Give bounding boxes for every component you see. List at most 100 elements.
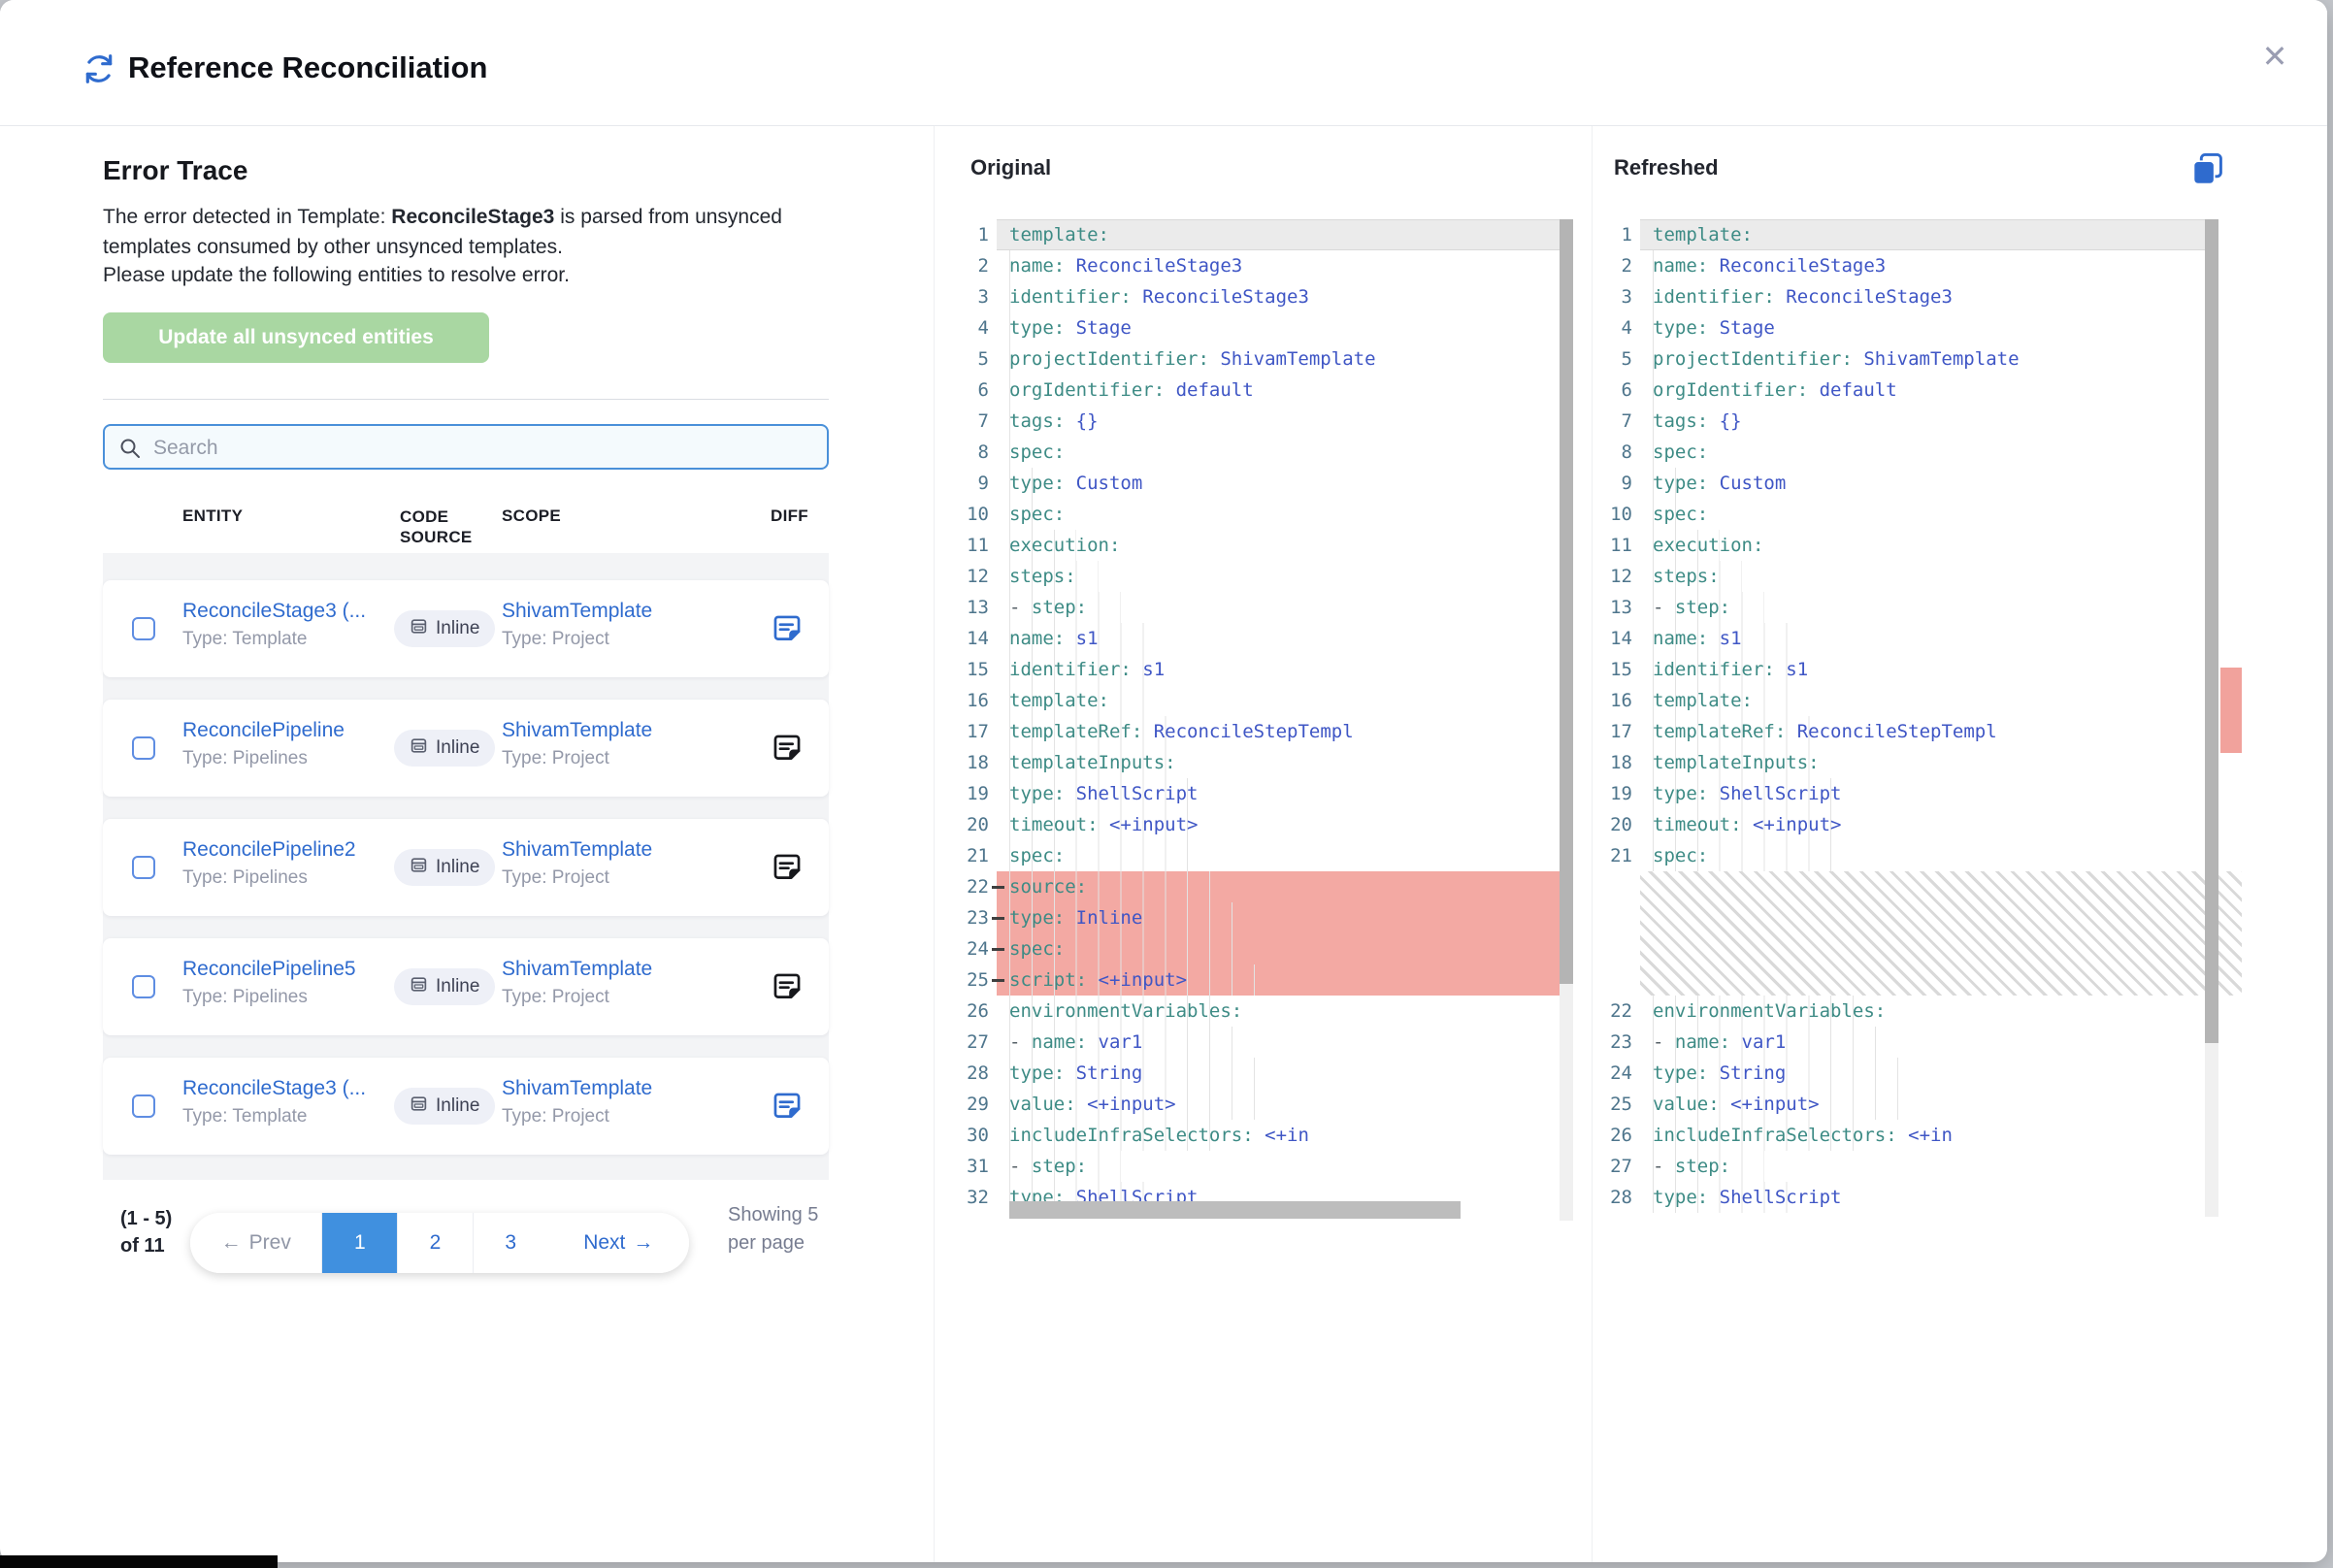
line-number: 19 <box>1599 778 1632 809</box>
entity-cell: ReconcilePipeline2Type: Pipelines <box>182 838 384 889</box>
line-number: 19 <box>956 778 989 809</box>
line-number: 21 <box>956 840 989 871</box>
page-button-3[interactable]: 3 <box>474 1213 548 1273</box>
code-line: 16template: <box>956 685 1573 716</box>
table-row[interactable]: ReconcilePipeline5Type: PipelinesInlineS… <box>103 938 829 1035</box>
line-number: 30 <box>956 1120 989 1151</box>
diff-note-icon[interactable] <box>771 1090 804 1123</box>
line-number: 28 <box>956 1058 989 1089</box>
entity-link[interactable]: ReconcilePipeline5 <box>182 958 384 981</box>
entity-link[interactable]: ReconcilePipeline <box>182 719 384 742</box>
line-number: 3 <box>956 281 989 312</box>
diff-note-icon[interactable] <box>771 851 804 884</box>
inline-source-icon <box>410 736 428 761</box>
code-line: 14name: s1 <box>956 623 1573 654</box>
scope-link[interactable]: ShivamTemplate <box>502 958 735 981</box>
diff-note-icon[interactable] <box>771 612 804 645</box>
code-line: 7tags: {} <box>956 406 1573 437</box>
close-button[interactable]: ✕ <box>2253 35 2296 78</box>
inline-source-icon <box>410 1094 428 1119</box>
entity-type-label: Type: Pipelines <box>182 987 384 1008</box>
code-line: 27- step: <box>1599 1151 2218 1182</box>
scope-type-label: Type: Project <box>502 629 735 650</box>
pagination: (1 - 5) of 11 ← Prev 123 Next → Showing … <box>103 1199 829 1296</box>
line-number: 7 <box>1599 406 1632 437</box>
scope-link[interactable]: ShivamTemplate <box>502 600 735 623</box>
scope-cell: ShivamTemplate Type: Project <box>502 600 735 650</box>
original-vertical-scrollbar-thumb[interactable] <box>1560 219 1573 984</box>
prev-button[interactable]: ← Prev <box>190 1213 322 1273</box>
table-row[interactable]: ReconcilePipeline2Type: PipelinesInlineS… <box>103 819 829 916</box>
line-number: 8 <box>1599 437 1632 468</box>
table-row[interactable]: ReconcileStage3 (...Type: TemplateInline… <box>103 1058 829 1155</box>
original-horizontal-scrollbar-thumb[interactable] <box>1009 1201 1461 1219</box>
line-number: 28 <box>1599 1182 1632 1213</box>
next-button[interactable]: Next → <box>548 1213 689 1273</box>
line-number: 26 <box>956 996 989 1027</box>
line-number: 5 <box>956 343 989 375</box>
code-line: 10spec: <box>956 499 1573 530</box>
page-button-1[interactable]: 1 <box>322 1213 398 1273</box>
line-number: 32 <box>956 1182 989 1213</box>
scope-link[interactable]: ShivamTemplate <box>502 1077 735 1100</box>
taskbar-remnant <box>0 1555 278 1568</box>
code-line: 15identifier: s1 <box>1599 654 2218 685</box>
code-line: 6orgIdentifier: default <box>1599 375 2218 406</box>
code-line: 12steps: <box>1599 561 2218 592</box>
sync-icon <box>82 52 115 85</box>
entity-link[interactable]: ReconcileStage3 (... <box>182 1077 384 1100</box>
scope-link[interactable]: ShivamTemplate <box>502 838 735 862</box>
refreshed-vertical-scrollbar-thumb[interactable] <box>2205 219 2218 1043</box>
code-line: 26includeInfraSelectors: <+in <box>1599 1120 2218 1151</box>
row-checkbox[interactable] <box>132 617 155 640</box>
code-line: 28type: ShellScript <box>1599 1182 2218 1213</box>
diff-note-icon[interactable] <box>771 732 804 765</box>
entity-link[interactable]: ReconcilePipeline2 <box>182 838 384 862</box>
row-checkbox[interactable] <box>132 856 155 879</box>
code-line: 8spec: <box>1599 437 2218 468</box>
row-checkbox[interactable] <box>132 975 155 998</box>
row-checkbox[interactable] <box>132 1094 155 1118</box>
line-number: 5 <box>1599 343 1632 375</box>
page-button-2[interactable]: 2 <box>398 1213 474 1273</box>
code-source-badge: Inline <box>394 730 495 767</box>
code-line: 22environmentVariables: <box>1599 996 2218 1027</box>
entity-link[interactable]: ReconcileStage3 (... <box>182 600 384 623</box>
removed-line-marker <box>992 979 1004 982</box>
search-input[interactable] <box>151 428 815 468</box>
code-line: 28type: String <box>956 1058 1573 1089</box>
prev-arrow-icon: ← <box>221 1231 242 1255</box>
code-line: 22source: <box>956 871 1573 902</box>
update-all-unsynced-button[interactable]: Update all unsynced entities <box>103 312 489 363</box>
code-line: 5projectIdentifier: ShivamTemplate <box>956 343 1573 375</box>
code-line: 20timeout: <+input> <box>1599 809 2218 840</box>
line-number: 18 <box>1599 747 1632 778</box>
line-number: 12 <box>956 561 989 592</box>
table-row[interactable]: ReconcileStage3 (...Type: TemplateInline… <box>103 580 829 677</box>
table-row[interactable]: ReconcilePipelineType: PipelinesInlineSh… <box>103 700 829 797</box>
column-scope: SCOPE <box>502 506 561 526</box>
pagination-range: (1 - 5) of 11 <box>120 1205 184 1259</box>
code-line: 2name: ReconcileStage3 <box>956 250 1573 281</box>
diff-note-icon[interactable] <box>771 970 804 1003</box>
code-source-label: Inline <box>436 737 479 759</box>
line-number: 16 <box>1599 685 1632 716</box>
copy-button[interactable] <box>2187 149 2228 190</box>
code-line: 18templateInputs: <box>956 747 1573 778</box>
search-box <box>103 424 829 470</box>
code-line: 9type: Custom <box>1599 468 2218 499</box>
line-number: 13 <box>956 592 989 623</box>
code-line: 12steps: <box>956 561 1573 592</box>
column-code-source: CODE SOURCE <box>400 506 464 547</box>
scope-link[interactable]: ShivamTemplate <box>502 719 735 742</box>
code-line: 17templateRef: ReconcileStepTempl <box>956 716 1573 747</box>
row-checkbox[interactable] <box>132 736 155 760</box>
entity-table: ReconcileStage3 (...Type: TemplateInline… <box>103 553 829 1180</box>
line-number: 14 <box>956 623 989 654</box>
entity-cell: ReconcilePipeline5 Type: Pipelines <box>182 958 384 1008</box>
code-line: 21spec: <box>1599 840 2218 871</box>
inline-source-icon <box>410 856 428 880</box>
line-number: 14 <box>1599 623 1632 654</box>
scope-cell: ShivamTemplateType: Project <box>502 838 735 889</box>
scope-type-label: Type: Project <box>502 1106 735 1127</box>
